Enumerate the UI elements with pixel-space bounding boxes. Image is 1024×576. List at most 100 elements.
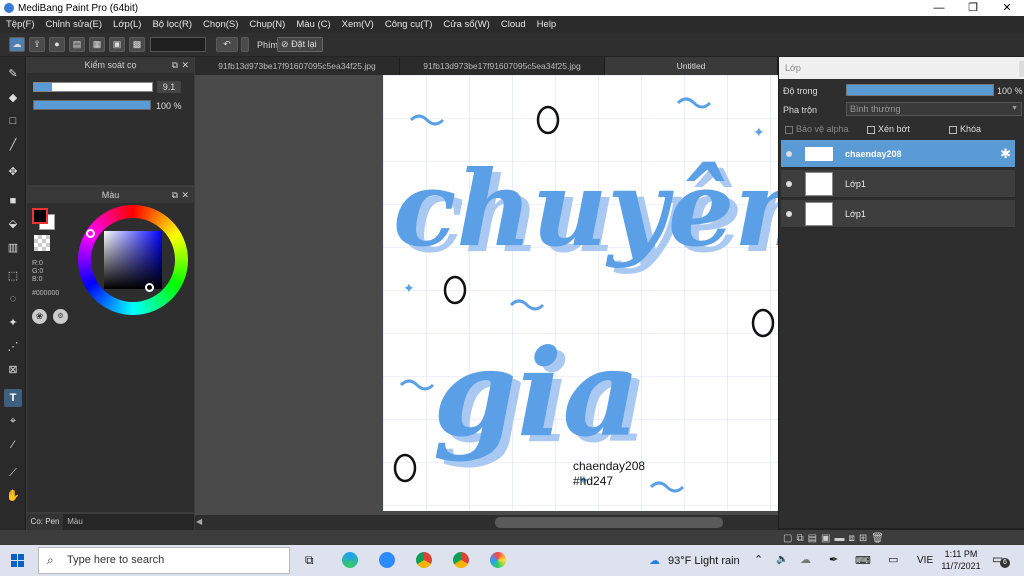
- popout-icon[interactable]: ⧉: [172, 57, 178, 73]
- layer-opacity-slider[interactable]: [846, 84, 994, 96]
- cloud-icon[interactable]: ☁: [9, 37, 25, 52]
- edge-icon[interactable]: [342, 552, 358, 568]
- select-eraser-icon[interactable]: ⊠: [4, 361, 22, 379]
- pen-tool-icon[interactable]: ╱: [4, 136, 22, 154]
- layer-row[interactable]: Lớp1: [781, 200, 1015, 228]
- visibility-icon[interactable]: [786, 211, 792, 217]
- chevron-up-icon[interactable]: ⌃: [754, 553, 763, 566]
- display-icon[interactable]: ▭: [888, 553, 898, 566]
- panel-close-icon[interactable]: ✕: [181, 187, 189, 203]
- windows-start-icon[interactable]: [11, 554, 24, 567]
- paste-layer-icon[interactable]: ▤: [808, 533, 817, 544]
- sv-handle[interactable]: [145, 283, 154, 292]
- popout-icon[interactable]: ⧉: [172, 187, 178, 203]
- chrome-icon[interactable]: [453, 552, 469, 568]
- brush-size-value[interactable]: 9.1: [157, 81, 181, 93]
- tab-document-2[interactable]: 91fb13d973be17f91607095c5ea34f25.jpg: [400, 57, 605, 75]
- visibility-icon[interactable]: [786, 151, 792, 157]
- add-layer-menu-icon[interactable]: ▣: [821, 533, 830, 544]
- bucket-icon[interactable]: ⬙: [4, 215, 22, 233]
- palette-icon[interactable]: ❀: [32, 309, 47, 324]
- tiles-icon[interactable]: ▩: [129, 37, 145, 52]
- lock-checkbox[interactable]: Khóa: [949, 124, 981, 134]
- layer-row[interactable]: chaenday208 ✱: [781, 140, 1015, 168]
- notification-icon[interactable]: ▭ 6: [992, 552, 1010, 568]
- rect-select-icon[interactable]: □: [4, 112, 22, 130]
- eraser-icon[interactable]: ◆: [4, 89, 22, 107]
- settings-icon[interactable]: ⊞: [859, 533, 867, 544]
- minimize-button[interactable]: —: [922, 0, 956, 16]
- pen-icon[interactable]: ✒: [829, 553, 838, 566]
- saturation-value-square[interactable]: [104, 231, 162, 289]
- fill-rect-icon[interactable]: ■: [4, 192, 22, 210]
- chrome-icon[interactable]: [416, 552, 432, 568]
- maximize-button[interactable]: ❐: [956, 0, 990, 16]
- comment-icon[interactable]: ●: [49, 37, 65, 52]
- tab-color[interactable]: Màu: [63, 514, 87, 530]
- brush-opacity-slider[interactable]: [33, 100, 151, 110]
- task-view-icon[interactable]: ⧉: [305, 553, 314, 568]
- menu-layer[interactable]: Lớp(L): [113, 19, 141, 30]
- cloud-sync-icon[interactable]: ☁: [800, 553, 811, 566]
- menu-tools[interactable]: Công cụ(T): [385, 19, 433, 30]
- share-icon[interactable]: ⇪: [29, 37, 45, 52]
- menu-capture[interactable]: Chụp(N): [249, 19, 285, 30]
- panel-scroll-handle[interactable]: [1019, 61, 1024, 77]
- blend-mode-select[interactable]: Bình thường ▼: [846, 102, 1022, 116]
- menu-file[interactable]: Tệp(F): [6, 19, 35, 30]
- merge-icon[interactable]: ⧈: [849, 533, 855, 544]
- foreground-color-swatch[interactable]: [32, 208, 48, 224]
- protect-alpha-checkbox[interactable]: Bảo vệ alpha: [785, 124, 849, 134]
- scroll-left-icon[interactable]: ◀: [196, 517, 202, 526]
- weather-text[interactable]: 93°F Light rain: [668, 555, 740, 567]
- zoom-icon[interactable]: [379, 552, 395, 568]
- horizontal-scrollbar[interactable]: ◀: [195, 515, 778, 530]
- text-tool-icon[interactable]: T: [4, 389, 22, 407]
- trash-icon[interactable]: 🗑: [871, 533, 884, 544]
- magic-wand-icon[interactable]: ✦: [4, 314, 22, 332]
- menu-filter[interactable]: Bộ lọc(R): [152, 19, 192, 30]
- layer-row[interactable]: Lớp1: [781, 170, 1015, 198]
- copy-layer-icon[interactable]: ⧉: [796, 533, 803, 544]
- hand-icon[interactable]: ✋: [4, 487, 22, 505]
- reset-button[interactable]: ⊘ Đặt lại: [277, 37, 323, 52]
- gear-icon[interactable]: ✱: [1000, 146, 1011, 162]
- grid-icon[interactable]: ▣: [109, 37, 125, 52]
- hue-handle[interactable]: [86, 229, 95, 238]
- menu-cloud[interactable]: Cloud: [501, 19, 526, 30]
- menu-window[interactable]: Cửa sổ(W): [443, 19, 489, 30]
- menu-color[interactable]: Màu (C): [296, 19, 330, 30]
- select-pen-icon[interactable]: ⋰: [4, 338, 22, 356]
- keyboard-icon[interactable]: ⌨: [855, 554, 871, 567]
- new-layer-icon[interactable]: ▢: [783, 533, 792, 544]
- scroll-thumb[interactable]: [495, 517, 723, 528]
- menu-edit[interactable]: Chỉnh sửa(E): [46, 19, 103, 30]
- select-icon[interactable]: ⬚: [4, 267, 22, 285]
- volume-icon[interactable]: 🔈: [776, 554, 788, 565]
- document-icon[interactable]: ▦: [89, 37, 105, 52]
- brush-icon[interactable]: ✎: [4, 65, 22, 83]
- transparent-swatch[interactable]: [34, 235, 50, 251]
- language-indicator[interactable]: VIE: [917, 555, 933, 566]
- visibility-icon[interactable]: [786, 181, 792, 187]
- clock[interactable]: 1:11 PM 11/7/2021: [940, 548, 982, 572]
- close-button[interactable]: ✕: [990, 0, 1024, 16]
- dropper-icon[interactable]: ⟋: [4, 464, 22, 482]
- clipping-checkbox[interactable]: Xén bớt: [867, 124, 910, 134]
- menu-select[interactable]: Chọn(S): [203, 19, 238, 30]
- menu-help[interactable]: Help: [537, 19, 557, 30]
- tab-document-1[interactable]: 91fb13d973be17f91607095c5ea34f25.jpg: [195, 57, 400, 75]
- gradient-icon[interactable]: ▥: [4, 239, 22, 257]
- hue-wheel[interactable]: [78, 205, 188, 315]
- lasso-icon[interactable]: ◌: [4, 290, 22, 308]
- menu-view[interactable]: Xem(V): [342, 19, 374, 30]
- move-icon[interactable]: ✥: [4, 163, 22, 181]
- color-settings-icon[interactable]: ⚙: [53, 309, 68, 324]
- toolbar-input[interactable]: [150, 37, 206, 52]
- brush-size-slider[interactable]: [33, 82, 153, 92]
- operation-icon[interactable]: ⌖: [4, 412, 22, 430]
- tab-untitled[interactable]: Untitled: [605, 57, 778, 75]
- eyedropper-icon[interactable]: ⁄: [4, 436, 22, 454]
- chat-icon[interactable]: ▤: [69, 37, 85, 52]
- undo-icon[interactable]: ↶: [216, 37, 238, 52]
